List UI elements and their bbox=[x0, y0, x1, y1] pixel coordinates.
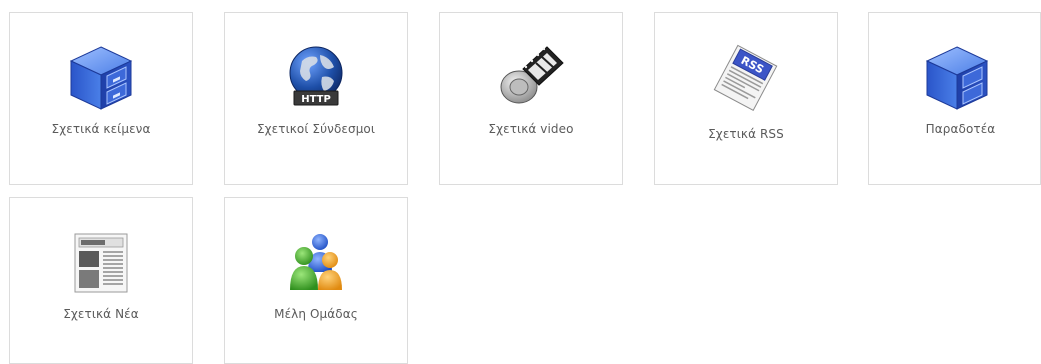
tile-label: Παραδοτέα bbox=[925, 122, 996, 136]
tile-related-texts[interactable]: Σχετικά κείμενα bbox=[9, 12, 193, 185]
tile-team-members[interactable]: Μέλη Ομάδας bbox=[224, 197, 408, 364]
http-globe-icon: HTTP bbox=[280, 41, 352, 113]
tile-related-video[interactable]: Σχετικά video bbox=[439, 12, 623, 185]
tile-label: Σχετικά video bbox=[488, 122, 574, 136]
http-badge-text: HTTP bbox=[301, 94, 331, 105]
tile-deliverables[interactable]: Παραδοτέα bbox=[868, 12, 1041, 185]
file-cabinet-icon bbox=[65, 41, 137, 113]
tile-label: Σχετικά RSS bbox=[708, 127, 784, 141]
tile-label: Σχετικά Νέα bbox=[63, 307, 139, 321]
tile-label: Σχετικά κείμενα bbox=[51, 122, 151, 136]
tile-related-rss[interactable]: RSS Σχετικά RSS bbox=[654, 12, 838, 185]
team-members-icon bbox=[280, 226, 352, 298]
tile-related-links[interactable]: HTTP Σχετικοί Σύνδεσμοι bbox=[224, 12, 408, 185]
tile-related-news[interactable]: Σχετικά Νέα bbox=[9, 197, 193, 364]
tile-label: Μέλη Ομάδας bbox=[274, 307, 358, 321]
video-film-icon bbox=[495, 41, 567, 113]
tile-label: Σχετικοί Σύνδεσμοι bbox=[256, 122, 376, 136]
newspaper-icon bbox=[65, 226, 137, 298]
rss-newspaper-icon: RSS bbox=[710, 41, 782, 113]
file-cabinet-icon bbox=[921, 41, 993, 113]
